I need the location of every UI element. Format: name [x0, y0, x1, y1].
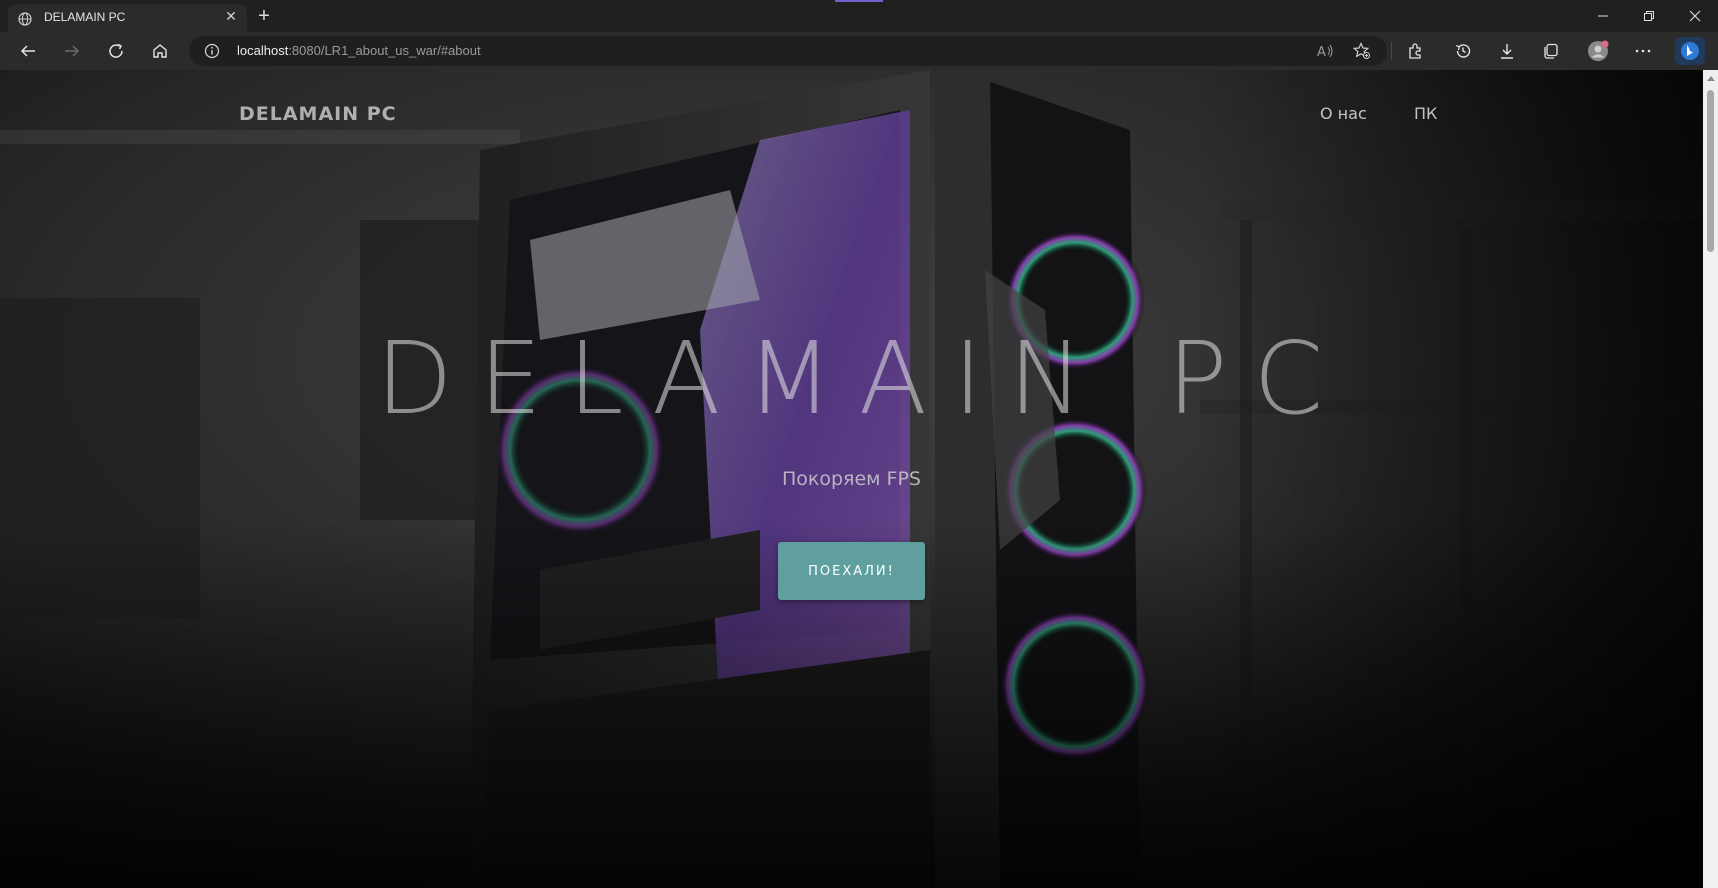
forward-icon[interactable] — [60, 39, 84, 63]
back-icon[interactable] — [16, 39, 40, 63]
refresh-icon[interactable] — [104, 39, 128, 63]
favorites-icon[interactable] — [1352, 41, 1372, 61]
close-icon[interactable]: ✕ — [223, 9, 239, 25]
browser-tab[interactable]: DELAMAIN PC ✕ — [8, 4, 247, 32]
hero-cta-button[interactable]: ПОЕХАЛИ! — [778, 542, 925, 600]
hero-title: DELAMAIN PC — [375, 320, 1350, 437]
url-text[interactable]: localhost:8080/LR1_about_us_war/#about — [237, 43, 481, 58]
page-scrollbar[interactable] — [1703, 70, 1718, 888]
toolbar-separator — [1391, 42, 1392, 60]
history-icon[interactable] — [1451, 39, 1475, 63]
read-aloud-icon[interactable]: A — [1316, 41, 1336, 61]
tab-title: DELAMAIN PC — [44, 10, 126, 24]
url-path: :8080/LR1_about_us_war/#about — [288, 43, 481, 58]
browser-toolbar: localhost:8080/LR1_about_us_war/#about A — [0, 32, 1718, 70]
plus-icon[interactable]: + — [253, 5, 275, 27]
site-logo[interactable]: DELAMAIN PC — [239, 103, 397, 125]
browser-titlebar: DELAMAIN PC ✕ + — [0, 0, 1718, 32]
window-close-icon[interactable] — [1672, 0, 1718, 32]
info-icon[interactable] — [204, 43, 220, 59]
page-viewport: DELAMAIN PC О нас ПК DELAMAIN PC Покоряе… — [0, 70, 1703, 888]
nav-link-pc[interactable]: ПК — [1414, 104, 1437, 123]
minimize-icon[interactable] — [1580, 0, 1626, 32]
profile-icon[interactable] — [1586, 39, 1610, 63]
hero-subtitle: Покоряем FPS — [781, 468, 921, 490]
scroll-up-arrow-icon[interactable] — [1707, 76, 1715, 81]
scrollbar-thumb[interactable] — [1707, 90, 1714, 252]
globe-icon — [18, 11, 32, 26]
titlebar-accent — [835, 0, 883, 2]
home-icon[interactable] — [148, 39, 172, 63]
bing-icon[interactable] — [1675, 37, 1705, 65]
more-icon[interactable] — [1631, 39, 1655, 63]
svg-text:A: A — [1317, 45, 1326, 59]
address-bar[interactable]: localhost:8080/LR1_about_us_war/#about A — [189, 36, 1387, 66]
url-host: localhost — [237, 43, 289, 58]
collections-icon[interactable] — [1539, 39, 1563, 63]
downloads-icon[interactable] — [1495, 39, 1519, 63]
extensions-icon[interactable] — [1403, 39, 1427, 63]
maximize-icon[interactable] — [1626, 0, 1672, 32]
nav-link-about[interactable]: О нас — [1320, 104, 1367, 123]
